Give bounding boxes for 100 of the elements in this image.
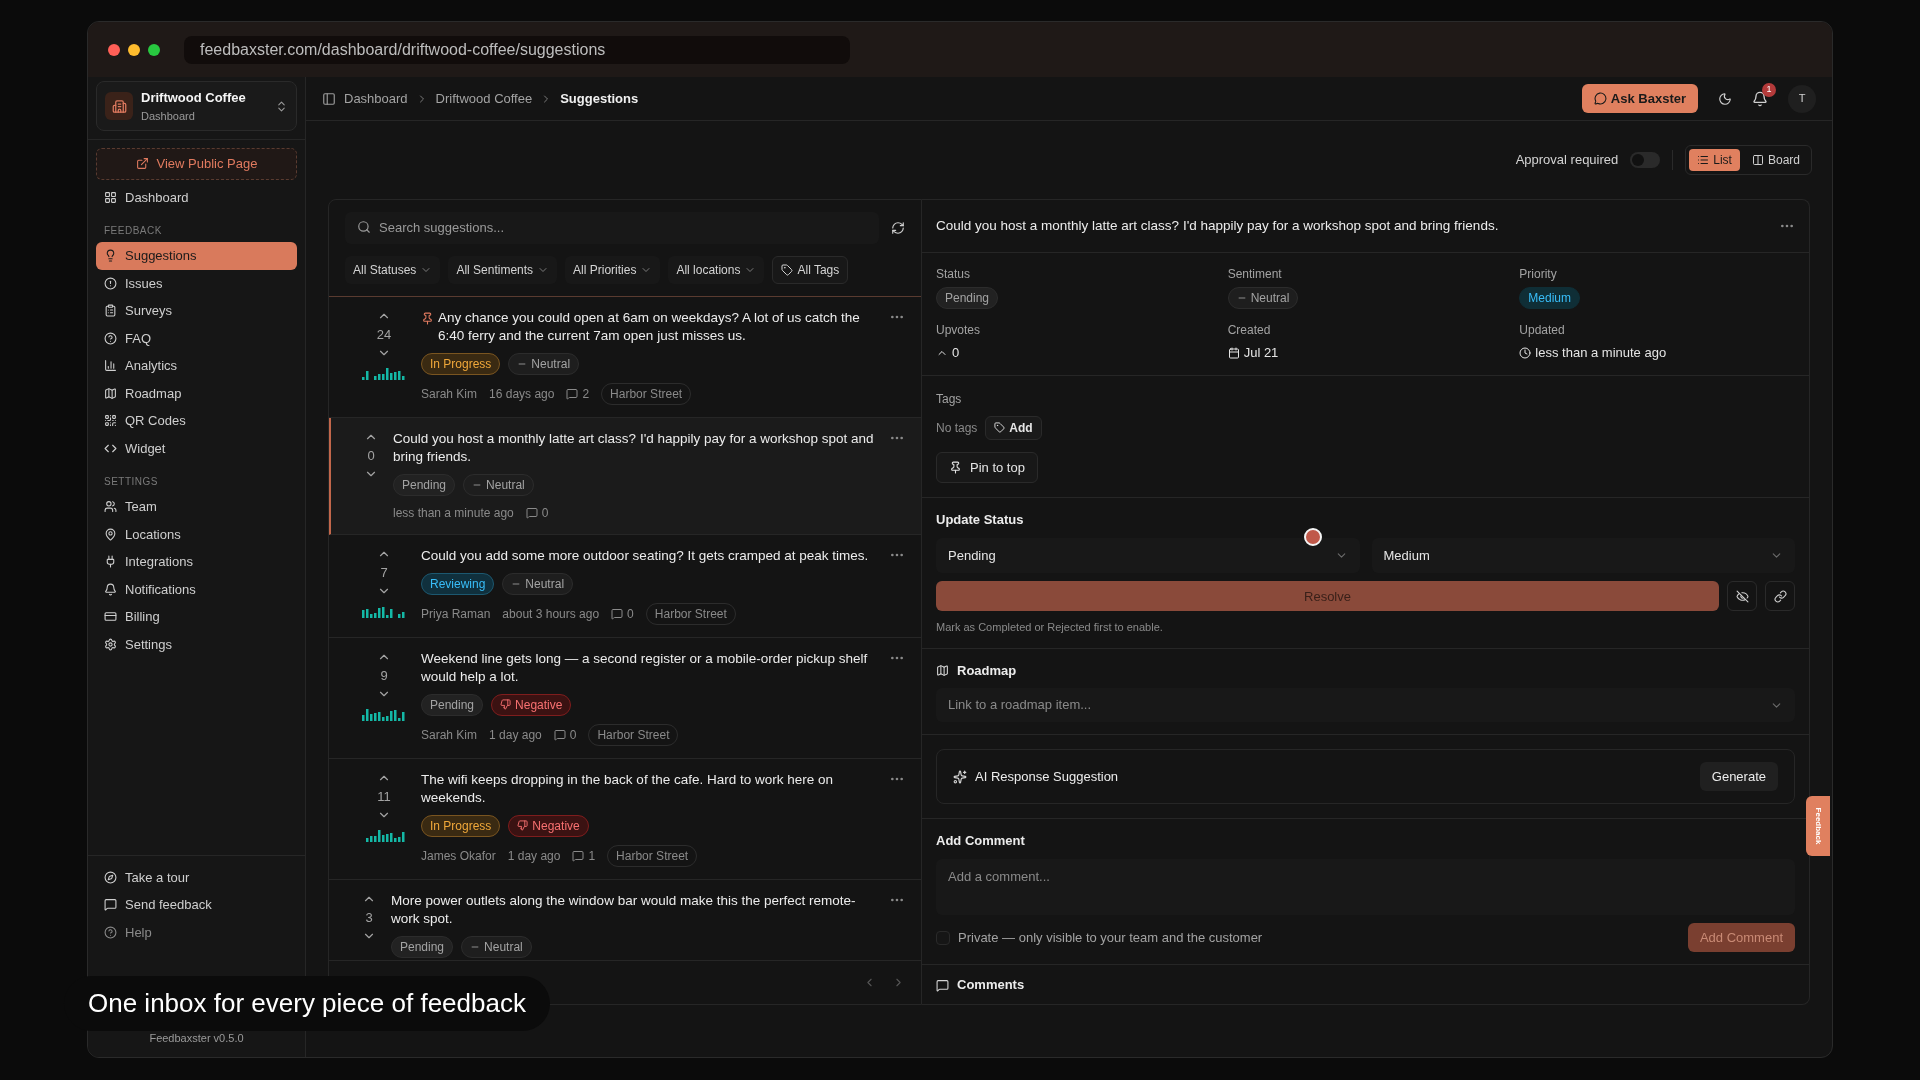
comment-count: 1 <box>588 847 596 865</box>
comment-field[interactable]: Add a comment... <box>936 858 1795 915</box>
status-badge: In Progress <box>421 814 501 837</box>
settings-icon <box>104 637 117 651</box>
close-window-icon[interactable] <box>108 43 120 56</box>
tag-icon <box>994 422 1006 434</box>
clock-icon <box>1519 347 1532 359</box>
suggestion-card[interactable]: 9 Weekend line gets long — a second register or a mobile-order pickup shelf would help a lot. Pending Negative Sarah Kim 1 day ago 0 Harbor Street <box>329 637 921 759</box>
nav-item[interactable]: QR Codes <box>96 407 297 435</box>
breadcrumb-link[interactable]: Suggestions <box>560 88 639 109</box>
pin-icon <box>949 461 962 474</box>
clipboard-icon <box>104 304 117 318</box>
section-heading: FEEDBACK <box>103 224 163 238</box>
sentiment-label: Neutral <box>486 476 525 494</box>
comment-icon <box>611 607 624 620</box>
sidebar-link[interactable]: Take a tour <box>96 863 297 891</box>
author-name: Priya Raman <box>421 605 491 623</box>
avatar[interactable]: T <box>1788 84 1816 113</box>
breadcrumb-link[interactable]: Dashboard <box>344 88 408 109</box>
sidebar-link[interactable]: Send feedback <box>96 891 297 919</box>
nav-item[interactable]: Roadmap <box>96 379 297 407</box>
nav-item[interactable]: Suggestions <box>96 242 297 270</box>
suggestion-card[interactable]: 0 Could you host a monthly latte art class? I'd happily pay for a workshop spot and bring friends. Pending Neutral less than a minute ago 0 <box>329 417 921 535</box>
message-icon <box>104 898 117 912</box>
thumbs-down-icon <box>517 820 529 831</box>
nav-item[interactable]: FAQ <box>96 324 297 352</box>
sparkles-icon <box>953 769 967 784</box>
generate-button[interactable]: Generate <box>1699 761 1778 792</box>
nav-item[interactable]: Issues <box>96 269 297 297</box>
field-label: Status <box>936 266 971 284</box>
vote-count: 24 <box>376 325 392 344</box>
version-label: Feedbaxster v0.5.0 <box>149 1032 244 1044</box>
author-name: Sarah Kim <box>421 385 478 403</box>
nav-item[interactable]: Integrations <box>96 548 297 576</box>
comment-count: 2 <box>582 385 590 403</box>
sidebar-link[interactable]: Help <box>96 918 297 946</box>
view-tab[interactable]: List <box>1689 149 1740 171</box>
suggestion-card[interactable]: 3 More power outlets along the window bar would make this the perfect remote-work spot. Pending Neutral <box>329 879 921 960</box>
comment-icon <box>936 978 949 992</box>
vote-count: 9 <box>380 666 388 685</box>
link-button[interactable] <box>1765 581 1795 612</box>
nav-item[interactable]: Settings <box>96 630 297 658</box>
notifications-icon[interactable] <box>1752 90 1768 107</box>
vote-count: 11 <box>377 787 391 806</box>
nav-item[interactable]: Analytics <box>96 352 297 380</box>
tags-filter-button[interactable]: All Tags <box>772 255 849 284</box>
suggestion-text: Weekend line gets long — a second register or a mobile-order pickup shelf would help a lot. <box>421 649 869 686</box>
nav-item[interactable]: Team <box>96 493 297 521</box>
workspace-name: Driftwood Coffee <box>141 89 247 107</box>
view-tab[interactable]: Board <box>1743 149 1808 171</box>
author-name: James Okafor <box>421 847 496 865</box>
status-badge: Reviewing <box>421 572 495 595</box>
field-label: Priority <box>1519 266 1557 284</box>
sidebar-toggle-icon[interactable] <box>322 91 336 106</box>
status-select[interactable]: Pending <box>936 537 1360 574</box>
add-tag-button[interactable]: Add <box>985 415 1042 440</box>
workspace-switcher[interactable]: Driftwood Coffee Dashboard <box>96 81 297 131</box>
suggestion-text: Any chance you could open at 6am on weekdays? A lot of us catch the 6:40 ferry and the current 7am open just misses us. <box>438 308 861 345</box>
hide-button[interactable] <box>1727 581 1757 612</box>
filter-dropdown[interactable]: All Sentiments <box>448 255 558 284</box>
sentiment-label: Neutral <box>531 355 571 373</box>
field-label: Upvotes <box>936 322 981 340</box>
minimize-window-icon[interactable] <box>128 43 140 56</box>
maximize-window-icon[interactable] <box>148 43 160 56</box>
priority-badge: Medium <box>1519 287 1580 310</box>
status-badge: Pending <box>391 935 454 958</box>
map-icon <box>104 386 117 400</box>
suggestion-card[interactable]: 24 Any chance you could open at 6am on weekdays? A lot of us catch the 6:40 ferry and the current 7am open just misses us. In Progress Neutral Sarah Kim 16 days ago 2 Harbor Street <box>329 296 921 418</box>
map-pin-icon <box>104 527 117 541</box>
refresh-icon[interactable] <box>891 220 905 235</box>
address-bar[interactable]: feedbaxster.com/dashboard/driftwood-coffee/suggestions <box>184 35 850 64</box>
view-public-page-button[interactable]: View Public Page <box>96 148 297 180</box>
nav-item[interactable]: Widget <box>96 434 297 462</box>
eye-off-icon <box>1735 589 1749 603</box>
nav-item[interactable]: Dashboard <box>96 183 297 211</box>
time-ago: 1 day ago <box>507 847 561 865</box>
pin-to-top-button[interactable]: Pin to top <box>936 451 1038 484</box>
filter-dropdown[interactable]: All Priorities <box>565 255 661 284</box>
approval-toggle[interactable] <box>1630 152 1661 168</box>
section-heading: Comments <box>957 976 1025 995</box>
section-heading: Update Status <box>936 511 1025 530</box>
roadmap-select[interactable]: Link to a roadmap item... <box>936 688 1795 722</box>
ask-baxster-button[interactable]: Ask Baxster <box>1581 83 1698 114</box>
status-badge: In Progress <box>421 352 501 375</box>
nav-item[interactable]: Locations <box>96 520 297 548</box>
tags-label: Tags <box>936 390 962 408</box>
nav-item[interactable]: Notifications <box>96 575 297 603</box>
filter-dropdown[interactable]: All locations <box>668 255 765 284</box>
nav-item[interactable]: Surveys <box>96 297 297 325</box>
lightbulb-icon <box>104 249 117 263</box>
status-badge: Pending <box>421 693 484 716</box>
suggestion-card[interactable]: 11 The wifi keeps dropping in the back of the cafe. Hard to work here on weekends. In Progress Negative James Okafor 1 day ago 1 Harbor Street <box>329 758 921 880</box>
priority-select[interactable]: Medium <box>1371 537 1795 574</box>
theme-toggle-icon[interactable] <box>1718 91 1732 106</box>
filter-dropdown[interactable]: All Statuses <box>345 255 441 284</box>
nav-item[interactable]: Billing <box>96 603 297 631</box>
search-field[interactable]: Search suggestions... <box>345 212 879 244</box>
breadcrumb-link[interactable]: Driftwood Coffee <box>435 88 533 109</box>
compass-icon <box>104 870 117 884</box>
suggestion-card[interactable]: 7 Could you add some more outdoor seating? It gets cramped at peak times. Reviewing Neutral Priya Raman about 3 hours ago 0 Harbor Street <box>329 534 921 638</box>
